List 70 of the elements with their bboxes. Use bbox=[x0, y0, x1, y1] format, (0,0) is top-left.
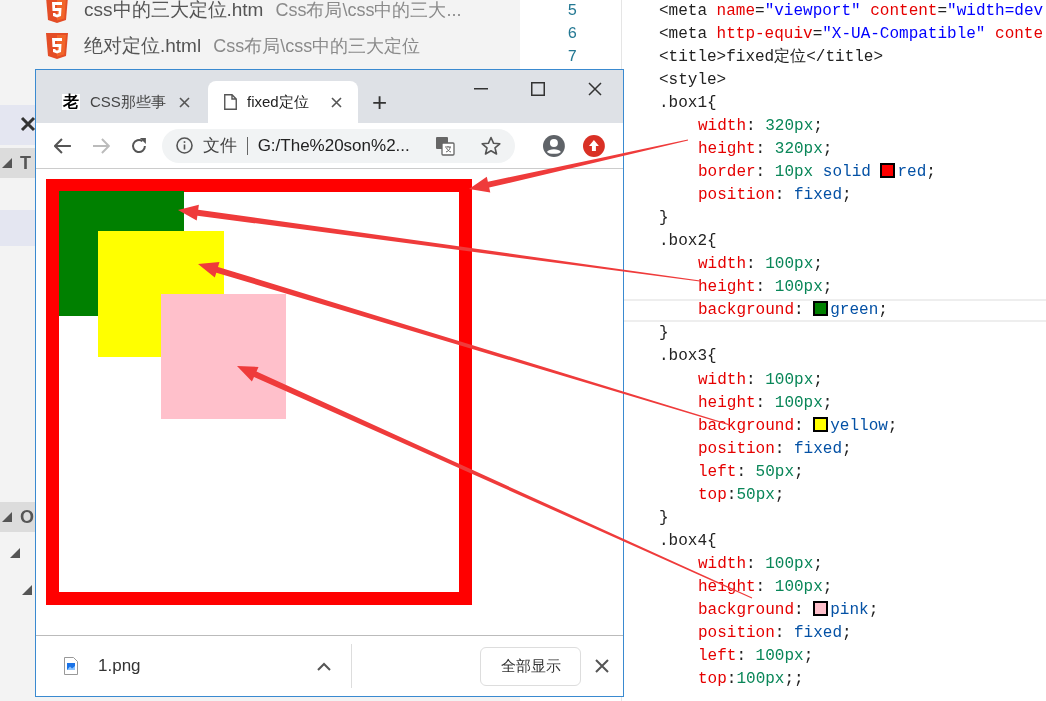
file-path: Css布局\css中的三大定位 bbox=[213, 34, 421, 58]
file-path: Css布局\css中的三大... bbox=[275, 0, 462, 22]
expand-triangle-icon[interactable] bbox=[10, 548, 20, 558]
code-line: } bbox=[659, 507, 669, 529]
close-icon[interactable] bbox=[179, 96, 190, 108]
caret-icon[interactable] bbox=[316, 661, 331, 671]
code-line: height: 100px; bbox=[698, 277, 833, 299]
url-text: G:/The%20son%2... bbox=[257, 134, 410, 157]
code-line: .box3{ bbox=[659, 346, 717, 368]
row-highlight bbox=[0, 210, 35, 246]
browser-tab[interactable]: fixed定位 bbox=[208, 81, 358, 123]
upload-icon[interactable] bbox=[583, 134, 605, 157]
close-icon[interactable] bbox=[588, 82, 602, 96]
code-line: height: 100px; bbox=[698, 392, 833, 414]
maximize-icon[interactable] bbox=[531, 82, 545, 96]
code-line: position: fixed; bbox=[698, 623, 852, 645]
back-arrow-icon[interactable] bbox=[54, 137, 72, 154]
show-all-button[interactable]: 全部显示 bbox=[480, 646, 581, 686]
expand-triangle-icon[interactable] bbox=[2, 158, 12, 168]
new-tab-button[interactable]: + bbox=[372, 89, 388, 115]
code-line: left: 100px; bbox=[698, 646, 814, 668]
code-line: .box4{ bbox=[659, 530, 717, 552]
site-favicon: 老 bbox=[62, 94, 80, 110]
code-line: background: pink; bbox=[698, 600, 879, 622]
tab-title: fixed定位 bbox=[247, 91, 310, 112]
code-line: <meta http-equiv="X-UA-Compatible" conte bbox=[659, 23, 1044, 45]
code-line: } bbox=[659, 208, 669, 230]
code-line: width: 320px; bbox=[698, 115, 823, 137]
account-icon[interactable] bbox=[543, 134, 566, 157]
expand-triangle-icon[interactable] bbox=[2, 512, 12, 522]
browser-tab[interactable]: 老 CSS那些事 bbox=[46, 81, 206, 123]
reload-icon[interactable] bbox=[129, 136, 148, 155]
code-line: .box2{ bbox=[659, 231, 717, 253]
close-icon[interactable] bbox=[20, 116, 36, 132]
code-line: <title>fixed定位</title> bbox=[659, 46, 884, 68]
line-number: 6 bbox=[567, 23, 577, 45]
translate-icon[interactable] bbox=[435, 135, 456, 156]
tab-title: CSS那些事 bbox=[90, 91, 167, 112]
expand-triangle-icon[interactable] bbox=[22, 585, 32, 595]
line-number: 7 bbox=[567, 46, 577, 68]
code-line: width: 100px; bbox=[698, 554, 823, 576]
code-line: height: 320px; bbox=[698, 138, 833, 160]
code-line: position: fixed; bbox=[698, 185, 852, 207]
close-icon[interactable] bbox=[595, 659, 609, 673]
code-line: width: 100px; bbox=[698, 369, 823, 391]
info-icon[interactable] bbox=[175, 137, 193, 154]
scheme-label: 文件 bbox=[202, 134, 237, 157]
star-icon[interactable] bbox=[481, 135, 502, 156]
code-line: } bbox=[659, 323, 669, 345]
code-line: width: 100px; bbox=[698, 254, 823, 276]
code-line: position: fixed; bbox=[698, 438, 852, 460]
code-line: top:50px; bbox=[698, 484, 785, 506]
code-line: background: green; bbox=[698, 300, 888, 322]
code-line: <meta name="viewport" content="width=dev bbox=[659, 0, 1044, 22]
line-number: 5 bbox=[567, 0, 577, 22]
code-line: background: yellow; bbox=[698, 415, 898, 437]
image-file-icon bbox=[64, 657, 78, 675]
code-line: <style> bbox=[659, 69, 727, 91]
close-icon[interactable] bbox=[331, 96, 342, 108]
code-line: border: 10px solid red; bbox=[698, 161, 936, 183]
document-icon bbox=[224, 94, 237, 110]
download-file-name[interactable]: 1.png bbox=[98, 653, 141, 679]
file-name[interactable]: css中的三大定位.htm bbox=[84, 0, 264, 25]
address-bar[interactable]: 文件 G:/The%20son%2... bbox=[161, 128, 516, 163]
code-line: top:100px;; bbox=[698, 669, 804, 691]
code-line: left: 50px; bbox=[698, 461, 804, 483]
file-name[interactable]: 绝对定位.html bbox=[84, 31, 202, 61]
code-line: .box1{ bbox=[659, 92, 717, 114]
minimize-icon[interactable] bbox=[474, 88, 488, 90]
html5-file-icon bbox=[45, 33, 69, 59]
